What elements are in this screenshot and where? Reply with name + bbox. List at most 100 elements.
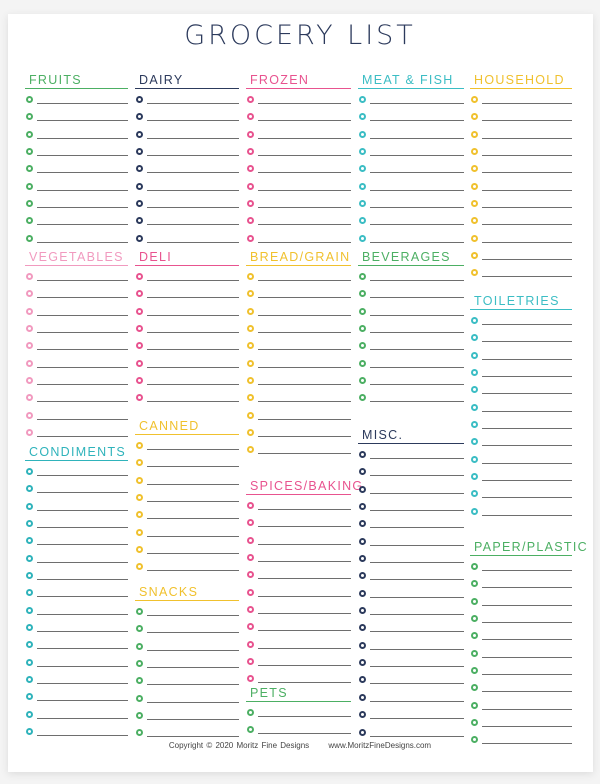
checkbox-circle-icon[interactable] [136, 217, 143, 225]
checkbox-circle-icon[interactable] [26, 325, 33, 333]
list-item[interactable] [246, 107, 351, 124]
checkbox-circle-icon[interactable] [247, 726, 254, 734]
write-in-line[interactable] [147, 632, 239, 634]
checkbox-circle-icon[interactable] [136, 148, 143, 156]
list-item[interactable] [25, 159, 128, 176]
checkbox-circle-icon[interactable] [247, 359, 254, 367]
write-in-line[interactable] [258, 332, 351, 334]
write-in-line[interactable] [37, 280, 128, 281]
write-in-line[interactable] [258, 526, 351, 528]
list-item[interactable] [25, 705, 128, 722]
checkbox-circle-icon[interactable] [359, 485, 366, 493]
list-item[interactable] [358, 125, 464, 142]
write-in-line[interactable] [482, 570, 572, 571]
checkbox-circle-icon[interactable] [359, 325, 366, 333]
checkbox-circle-icon[interactable] [26, 342, 33, 350]
list-item[interactable] [246, 720, 351, 737]
write-in-line[interactable] [37, 314, 128, 316]
write-in-line[interactable] [147, 384, 239, 386]
write-in-line[interactable] [147, 207, 239, 209]
checkbox-circle-icon[interactable] [359, 273, 366, 280]
write-in-line[interactable] [147, 314, 239, 316]
write-in-line[interactable] [37, 648, 128, 650]
list-item[interactable] [135, 90, 239, 107]
list-item[interactable] [246, 406, 351, 423]
write-in-line[interactable] [147, 667, 239, 669]
list-item[interactable] [358, 514, 464, 531]
checkbox-circle-icon[interactable] [26, 728, 33, 736]
write-in-line[interactable] [37, 349, 128, 351]
list-item[interactable] [135, 388, 239, 405]
write-in-line[interactable] [370, 103, 464, 104]
write-in-line[interactable] [37, 717, 128, 719]
list-item[interactable] [246, 125, 351, 142]
list-item[interactable] [358, 177, 464, 194]
write-in-line[interactable] [147, 649, 239, 651]
write-in-line[interactable] [258, 384, 351, 386]
list-item[interactable] [25, 618, 128, 635]
checkbox-circle-icon[interactable] [26, 234, 33, 242]
list-item[interactable] [135, 671, 239, 688]
list-item[interactable] [25, 284, 128, 301]
write-in-line[interactable] [37, 366, 128, 368]
write-in-line[interactable] [147, 241, 239, 243]
checkbox-circle-icon[interactable] [136, 712, 143, 720]
list-item[interactable] [246, 159, 351, 176]
checkbox-circle-icon[interactable] [359, 234, 366, 242]
checkbox-circle-icon[interactable] [136, 130, 143, 138]
write-in-line[interactable] [37, 665, 128, 667]
list-item[interactable] [246, 302, 351, 319]
checkbox-circle-icon[interactable] [26, 148, 33, 156]
checkbox-circle-icon[interactable] [136, 608, 143, 615]
list-item[interactable] [358, 723, 464, 740]
write-in-line[interactable] [482, 587, 572, 589]
list-item[interactable] [135, 453, 239, 470]
list-item[interactable] [470, 363, 572, 380]
write-in-line[interactable] [258, 349, 351, 351]
list-item[interactable] [246, 531, 351, 548]
checkbox-circle-icon[interactable] [471, 113, 478, 121]
list-item[interactable] [135, 471, 239, 488]
list-item[interactable] [135, 505, 239, 522]
write-in-line[interactable] [370, 666, 464, 668]
checkbox-circle-icon[interactable] [471, 701, 478, 709]
list-item[interactable] [246, 669, 351, 686]
checkbox-circle-icon[interactable] [359, 96, 366, 103]
list-item[interactable] [25, 635, 128, 652]
list-item[interactable] [470, 311, 572, 328]
checkbox-circle-icon[interactable] [26, 130, 33, 138]
list-item[interactable] [470, 609, 572, 626]
write-in-line[interactable] [370, 614, 464, 616]
checkbox-circle-icon[interactable] [247, 554, 254, 562]
checkbox-circle-icon[interactable] [471, 507, 478, 515]
checkbox-circle-icon[interactable] [136, 476, 143, 484]
list-item[interactable] [25, 211, 128, 228]
checkbox-circle-icon[interactable] [247, 165, 254, 173]
list-item[interactable] [25, 583, 128, 600]
checkbox-circle-icon[interactable] [471, 490, 478, 498]
checkbox-circle-icon[interactable] [359, 290, 366, 298]
write-in-line[interactable] [147, 349, 239, 351]
list-item[interactable] [246, 142, 351, 159]
checkbox-circle-icon[interactable] [247, 536, 254, 544]
checkbox-circle-icon[interactable] [26, 589, 33, 597]
checkbox-circle-icon[interactable] [26, 485, 33, 493]
write-in-line[interactable] [482, 622, 572, 624]
checkbox-circle-icon[interactable] [359, 607, 366, 615]
write-in-line[interactable] [370, 700, 464, 702]
list-item[interactable] [470, 678, 572, 695]
checkbox-circle-icon[interactable] [26, 624, 33, 632]
checkbox-circle-icon[interactable] [471, 234, 478, 242]
checkbox-circle-icon[interactable] [359, 624, 366, 632]
list-item[interactable] [25, 90, 128, 107]
write-in-line[interactable] [147, 189, 239, 191]
write-in-line[interactable] [370, 492, 464, 494]
list-item[interactable] [470, 142, 572, 159]
checkbox-circle-icon[interactable] [136, 165, 143, 173]
list-item[interactable] [135, 354, 239, 371]
write-in-line[interactable] [482, 656, 572, 658]
checkbox-circle-icon[interactable] [471, 455, 478, 463]
checkbox-circle-icon[interactable] [359, 641, 366, 649]
write-in-line[interactable] [37, 207, 128, 209]
write-in-line[interactable] [482, 674, 572, 676]
